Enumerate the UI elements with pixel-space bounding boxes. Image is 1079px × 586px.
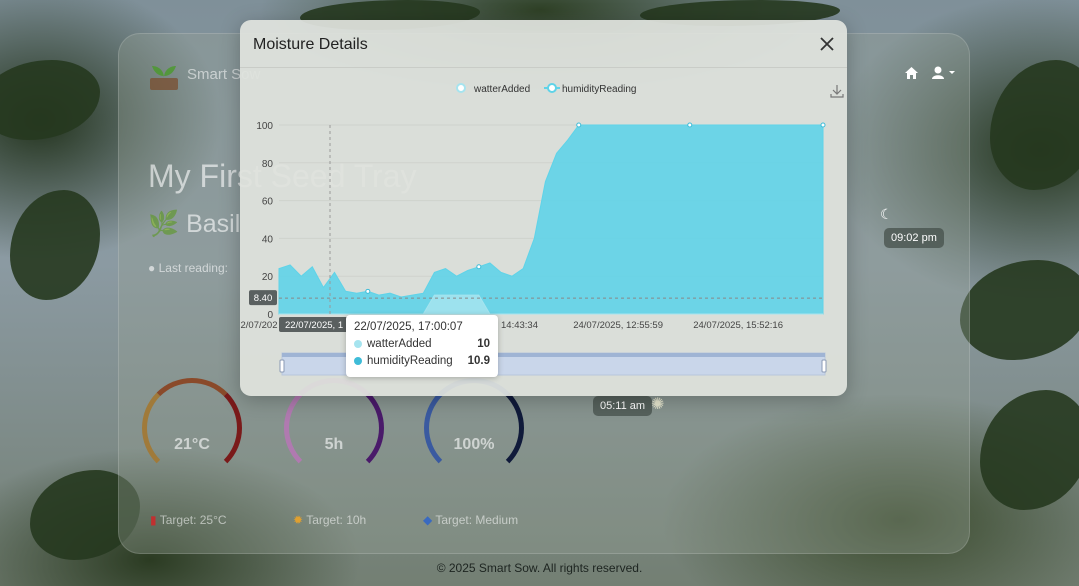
- thermometer-icon: ▮: [150, 513, 157, 527]
- zoom-handle-left: [279, 359, 285, 373]
- last-reading: ● Last reading:: [148, 261, 228, 275]
- tooltip-series-name: humidityReading: [367, 355, 453, 367]
- temperature-target: ▮ Target: 25°C: [150, 513, 227, 527]
- moisture-chart: 020406080100watterAdded humidityReading8.…: [241, 83, 827, 376]
- series-dot: [354, 340, 362, 348]
- download-icon[interactable]: [830, 84, 844, 98]
- tooltip-series-value: 10.9: [467, 355, 490, 367]
- y-tick-label: 40: [262, 234, 274, 245]
- y-tick-label: 100: [256, 121, 273, 132]
- tooltip-series-name: watterAdded: [367, 338, 432, 350]
- y-tick-label: 80: [262, 159, 274, 170]
- chart-tooltip: 22/07/2025, 17:00:07 watterAdded 10 humi…: [346, 315, 498, 377]
- tooltip-row: watterAdded 10: [354, 338, 490, 350]
- light-target: ✹ Target: 10h: [293, 513, 367, 527]
- data-point: [820, 122, 826, 128]
- sun-icon: ✺: [651, 396, 665, 413]
- legend-marker: [547, 83, 557, 93]
- sun-icon: ✹: [293, 513, 304, 527]
- x-tick-label: 22/07/2025, 1: [285, 320, 343, 331]
- plant-name: 🌿 Basil: [148, 210, 241, 238]
- x-tick-label: 24/07/2025, 12:55:59: [573, 320, 663, 331]
- tooltip-row: humidityReading 10.9: [354, 355, 490, 367]
- zoom-handle-right: [821, 359, 827, 373]
- moisture-details-modal: Moisture Details 0 20 40 60 80 100 watterAdded…: [240, 20, 847, 396]
- sunset-time: 09:02 pm: [884, 228, 944, 248]
- temperature-gauge: 21°C: [142, 378, 242, 478]
- legend-label: watterAdded: [473, 84, 530, 95]
- temperature-value: 21°C: [174, 436, 210, 453]
- home-icon[interactable]: [904, 66, 919, 84]
- y-tick-label: 60: [262, 197, 274, 208]
- humidity-area: [278, 124, 824, 315]
- y-pointer-label: 8.40: [254, 293, 273, 304]
- moon-icon: ☾: [880, 206, 893, 222]
- droplet-icon: ◆: [423, 513, 433, 527]
- leaf-icon: 🌿: [148, 210, 180, 238]
- data-point: [576, 122, 582, 128]
- y-tick-label: 20: [262, 272, 274, 283]
- user-menu-icon[interactable]: [932, 66, 958, 84]
- x-tick-label: 24/07/2025, 15:52:16: [693, 320, 783, 331]
- sunrise-time: 05:11 am: [593, 396, 653, 416]
- data-point: [476, 264, 482, 270]
- moisture-value: 100%: [453, 436, 495, 453]
- x-tick-label: 2/07/202: [241, 320, 278, 331]
- clock-icon: ●: [148, 261, 156, 275]
- series-dot: [354, 357, 362, 365]
- moisture-target: ◆ Target: Medium: [423, 513, 519, 527]
- tooltip-series-value: 10: [477, 338, 490, 350]
- data-point: [687, 122, 693, 128]
- footer: © 2025 Smart Sow. All rights reserved.: [436, 561, 643, 575]
- light-value: 5h: [324, 436, 344, 453]
- tooltip-time: 22/07/2025, 17:00:07: [354, 321, 463, 333]
- data-point: [365, 288, 371, 294]
- legend-marker: [456, 83, 466, 93]
- legend-label: humidityReading: [562, 84, 637, 95]
- seedling-logo-icon: [150, 66, 178, 90]
